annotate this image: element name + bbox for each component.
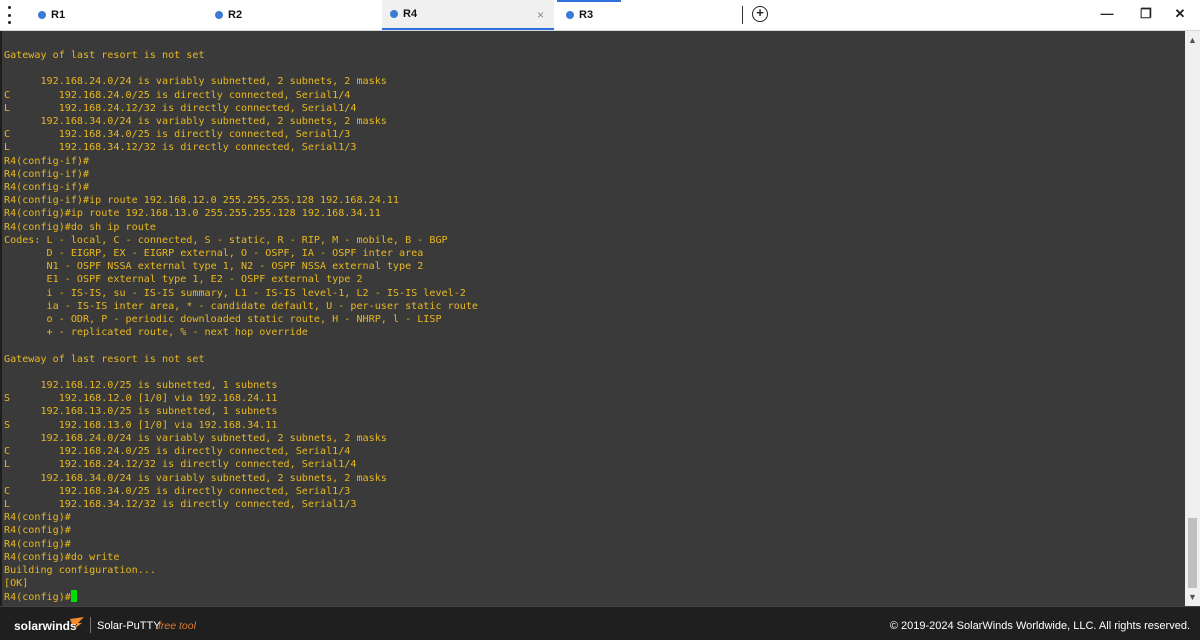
tab-hover-indicator <box>557 0 621 2</box>
terminal-pane[interactable]: Gateway of last resort is not set 192.16… <box>0 31 1185 606</box>
tab-label: R4 <box>403 8 418 20</box>
status-dot-icon <box>566 11 574 19</box>
brand-logo: solarwinds <box>14 619 77 633</box>
minimize-icon[interactable]: — <box>1097 6 1117 24</box>
solarwinds-flame-icon <box>70 617 84 629</box>
footer-divider <box>90 617 91 633</box>
status-dot-icon <box>390 10 398 18</box>
vertical-scrollbar[interactable]: ▲ ▼ <box>1185 31 1200 606</box>
menu-icon[interactable] <box>6 6 12 24</box>
footer-bar: solarwinds Solar-PuTTY free tool © 2019-… <box>0 606 1200 640</box>
tab-r2[interactable]: R2 <box>215 0 380 30</box>
scroll-up-icon[interactable]: ▲ <box>1185 33 1200 47</box>
terminal-cursor <box>70 590 77 603</box>
tab-label: R3 <box>579 9 594 21</box>
free-tool-label: free tool <box>158 620 196 632</box>
add-tab-icon[interactable]: + <box>752 6 768 22</box>
scroll-down-icon[interactable]: ▼ <box>1185 590 1200 604</box>
tab-bar: R1 R2 R4 × R3 + — ❐ ✕ <box>0 0 1200 31</box>
tab-r4[interactable]: R4 × <box>382 0 554 30</box>
status-dot-icon <box>38 11 46 19</box>
app-name: Solar-PuTTY <box>97 620 161 632</box>
tab-r3[interactable]: R3 <box>566 0 726 30</box>
terminal-text: Gateway of last resort is not set 192.16… <box>4 50 479 604</box>
restore-icon[interactable]: ❐ <box>1136 6 1156 24</box>
terminal-output: Gateway of last resort is not set 192.16… <box>2 31 1185 605</box>
tab-r1[interactable]: R1 <box>38 0 208 30</box>
close-window-icon[interactable]: ✕ <box>1170 6 1190 24</box>
copyright-text: © 2019-2024 SolarWinds Worldwide, LLC. A… <box>889 620 1190 632</box>
scrollbar-thumb[interactable] <box>1188 518 1197 588</box>
close-tab-icon[interactable]: × <box>537 8 544 22</box>
tab-separator <box>742 6 743 24</box>
tab-label: R2 <box>228 9 243 21</box>
tab-label: R1 <box>51 9 66 21</box>
status-dot-icon <box>215 11 223 19</box>
